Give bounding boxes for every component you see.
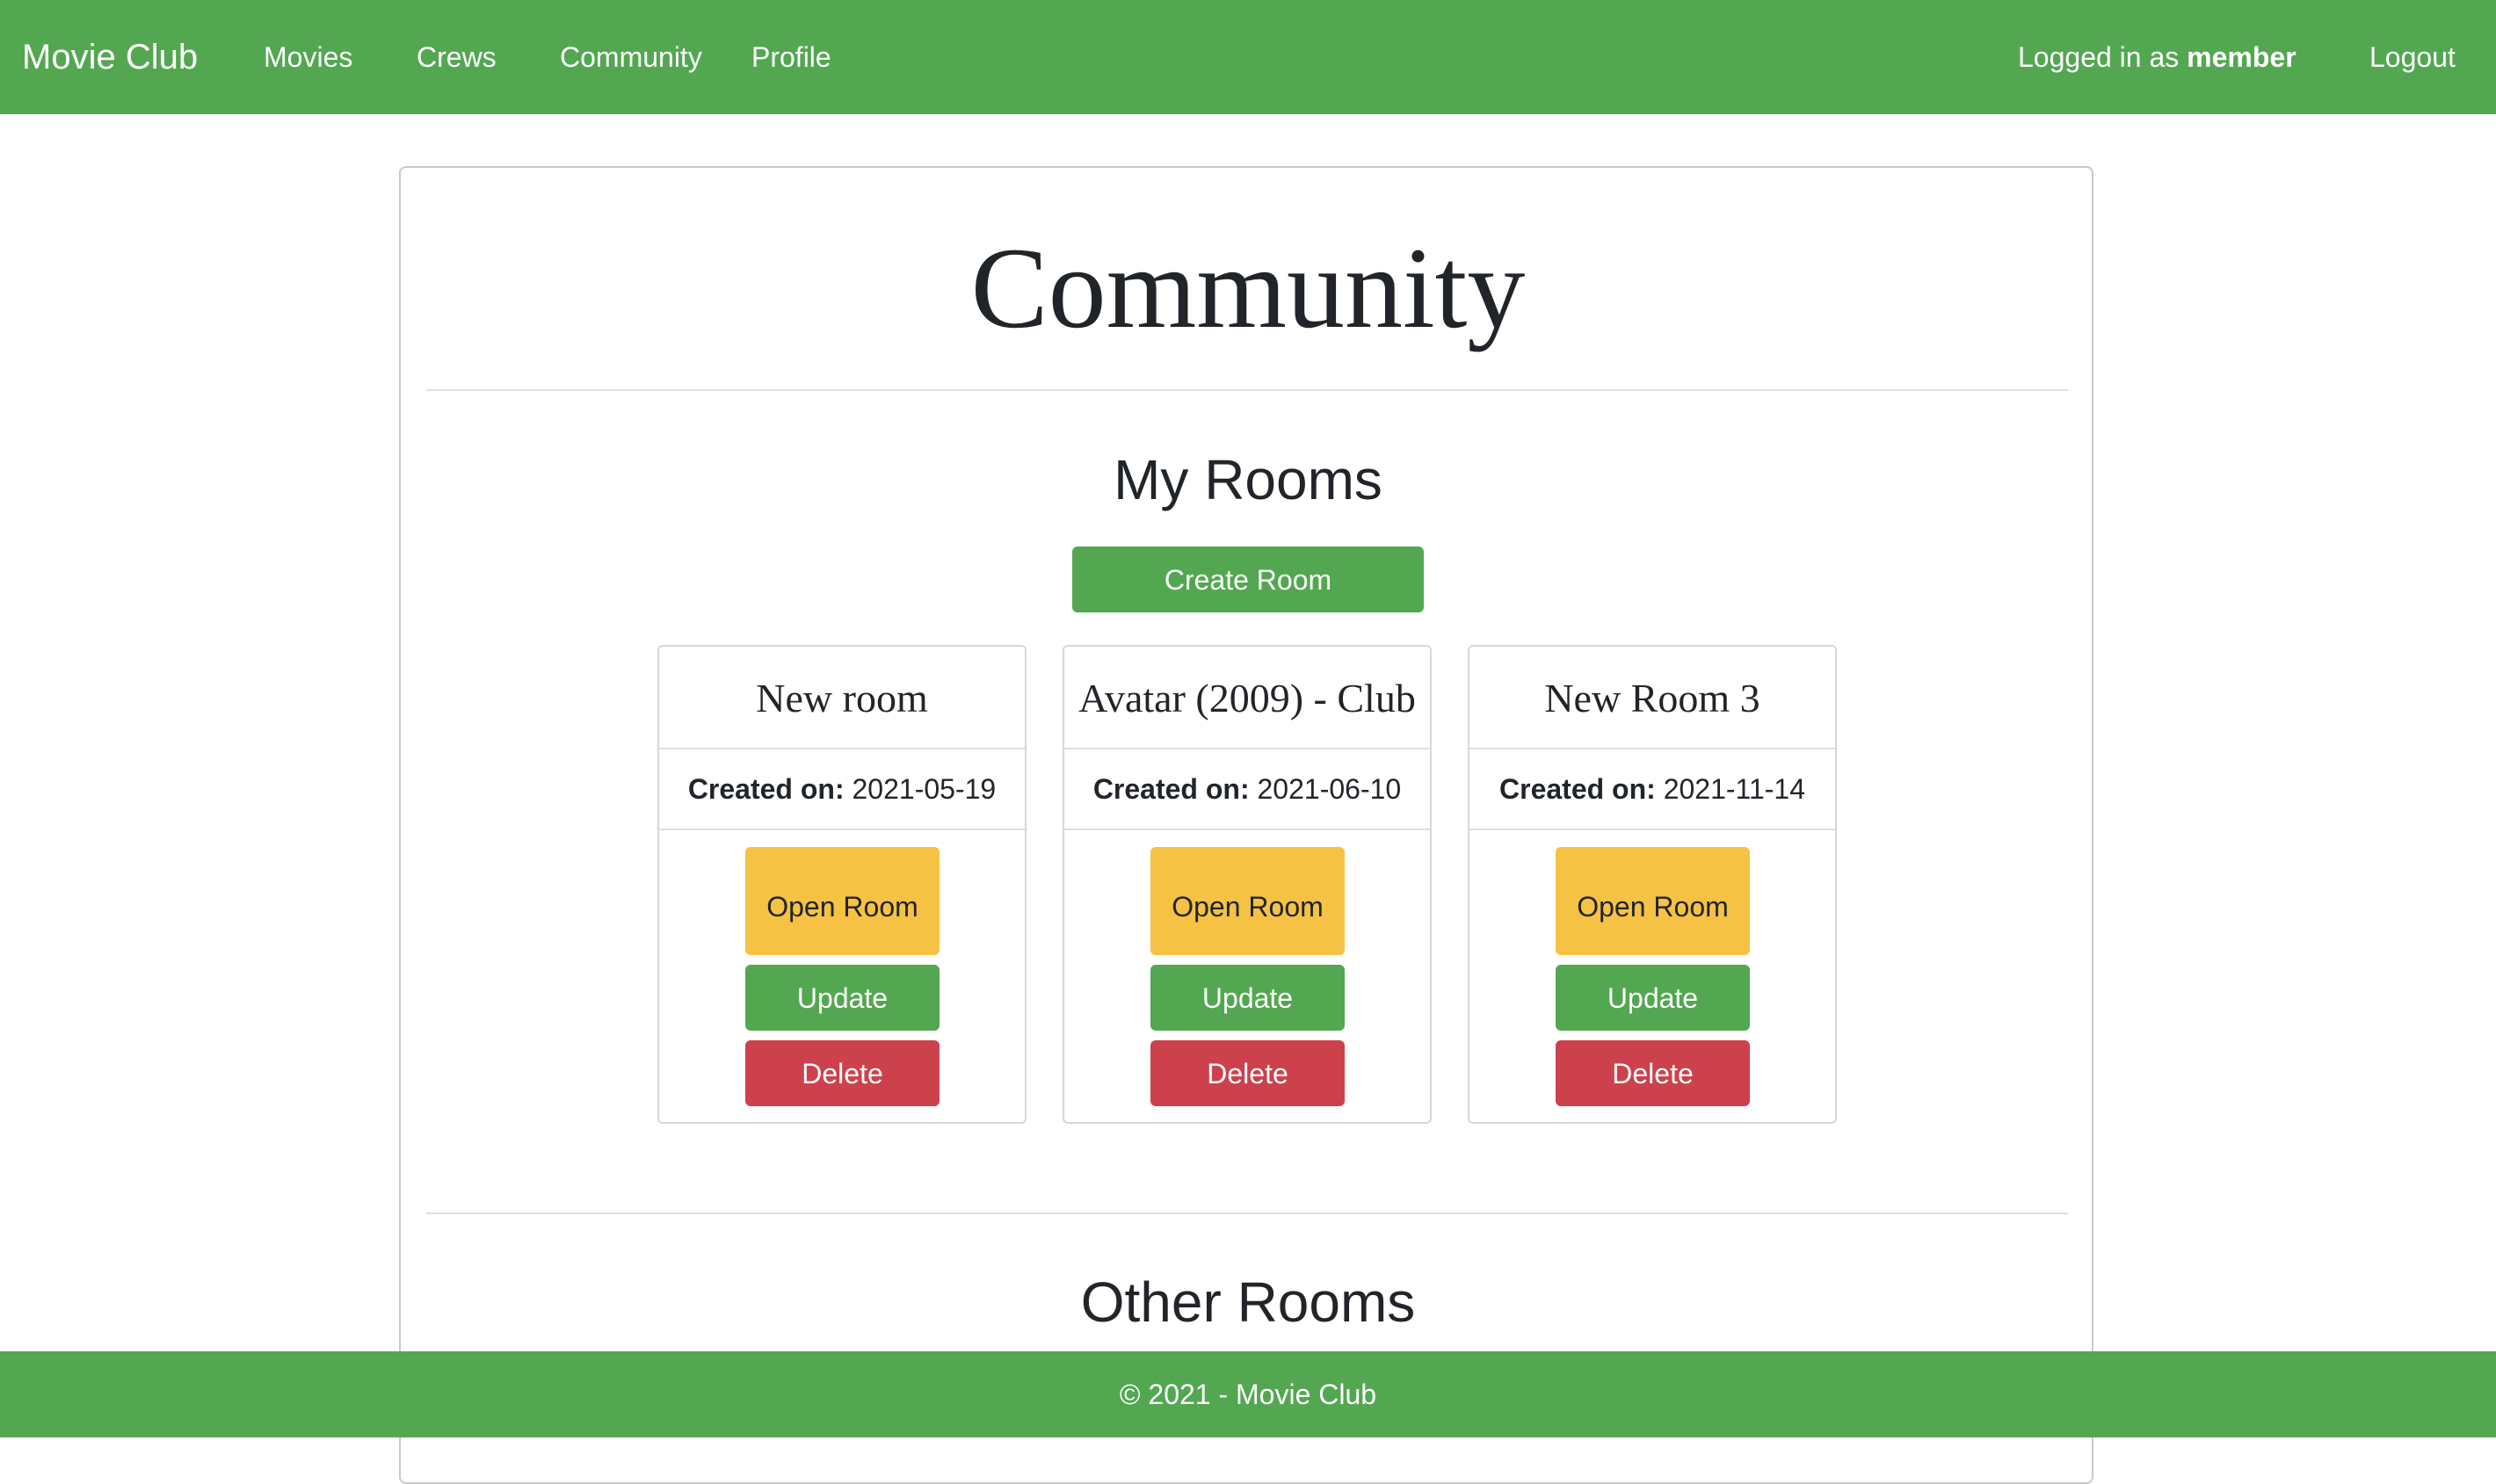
update-room-button[interactable]: Update <box>1150 965 1345 1031</box>
room-card: Avatar (2009) - Club Created on: 2021-06… <box>1063 645 1432 1124</box>
room-name: Avatar (2009) - Club <box>1064 647 1430 749</box>
delete-room-button[interactable]: Delete <box>1556 1040 1750 1106</box>
login-status: Logged in as member <box>2018 0 2296 114</box>
top-navbar: Movie Club Movies Crews Community Profil… <box>0 0 2496 114</box>
page-title: Community <box>970 223 1526 352</box>
room-card: New room Created on: 2021-05-19 Open Roo… <box>657 645 1027 1124</box>
update-room-button[interactable]: Update <box>745 965 940 1031</box>
nav-link-movies[interactable]: Movies <box>264 0 352 114</box>
other-rooms-title: Other Rooms <box>1080 1270 1416 1334</box>
footer-copyright: © 2021 - Movie Club <box>1119 1379 1377 1410</box>
room-created-on: Created on: 2021-11-14 <box>1469 749 1835 830</box>
room-name: New Room 3 <box>1469 647 1835 749</box>
username: member <box>2187 41 2296 73</box>
room-created-on: Created on: 2021-05-19 <box>659 749 1025 830</box>
nav-link-profile[interactable]: Profile <box>751 0 831 114</box>
brand-link[interactable]: Movie Club <box>22 0 198 114</box>
update-room-button[interactable]: Update <box>1556 965 1750 1031</box>
delete-room-button[interactable]: Delete <box>745 1040 940 1106</box>
created-on-value: 2021-06-10 <box>1257 773 1402 805</box>
created-on-label: Created on: <box>1499 773 1656 805</box>
create-room-button[interactable]: Create Room <box>1072 547 1424 612</box>
open-room-button[interactable]: Open Room <box>1556 847 1750 955</box>
my-rooms-title: My Rooms <box>1114 448 1382 511</box>
created-on-label: Created on: <box>1092 773 1250 805</box>
logout-link[interactable]: Logout <box>2369 0 2456 114</box>
divider-middle <box>426 1213 2068 1214</box>
login-prefix: Logged in as <box>2018 41 2188 73</box>
footer: © 2021 - Movie Club <box>0 1351 2496 1437</box>
open-room-button[interactable]: Open Room <box>745 847 940 955</box>
created-on-value: 2021-11-14 <box>1663 773 1805 805</box>
room-name: New room <box>659 647 1025 749</box>
nav-link-community[interactable]: Community <box>560 0 702 114</box>
room-card: New Room 3 Created on: 2021-11-14 Open R… <box>1468 645 1837 1124</box>
open-room-button[interactable]: Open Room <box>1150 847 1345 955</box>
created-on-value: 2021-05-19 <box>852 773 997 805</box>
created-on-label: Created on: <box>687 773 845 805</box>
divider-top <box>426 389 2068 391</box>
delete-room-button[interactable]: Delete <box>1150 1040 1345 1106</box>
nav-link-crews[interactable]: Crews <box>417 0 497 114</box>
room-created-on: Created on: 2021-06-10 <box>1064 749 1430 830</box>
